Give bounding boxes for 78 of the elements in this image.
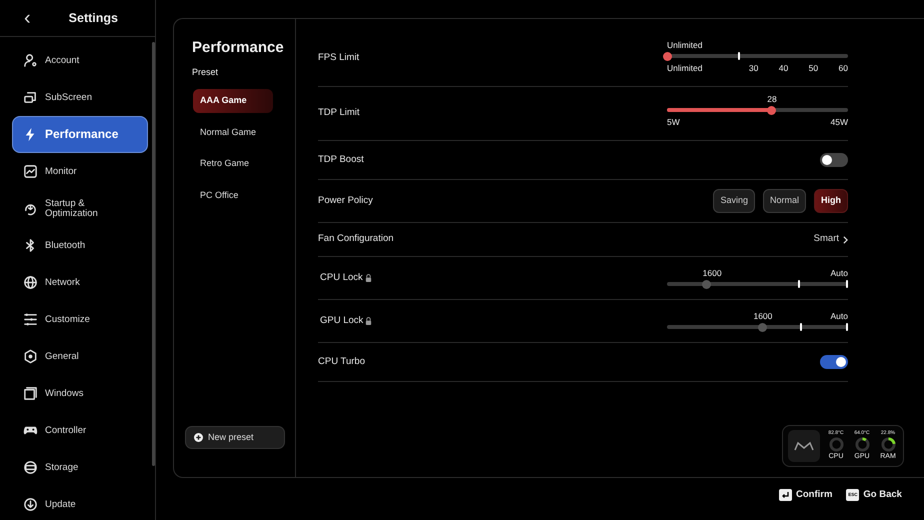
sidebar-item[interactable]: Windows <box>12 375 148 412</box>
fan-mode-link[interactable]: Smart <box>814 232 848 247</box>
sidebar-item[interactable]: Startup & Optimization <box>12 190 148 227</box>
scale-label: 60 <box>838 62 848 75</box>
usage-ring <box>854 437 870 452</box>
option-button[interactable]: Saving <box>713 189 755 213</box>
scale-label: 5W <box>667 116 680 129</box>
option-button[interactable]: Normal <box>762 189 806 213</box>
setting-label: CPU Turbo <box>318 354 365 369</box>
lock-icon <box>364 274 372 282</box>
new-preset-button[interactable]: New preset <box>185 426 285 449</box>
setting-label: Power Policy <box>318 194 373 208</box>
scale-label: 50 <box>808 62 818 75</box>
preset-item[interactable]: AAA Game <box>193 89 273 112</box>
slider-thumb[interactable] <box>758 322 768 332</box>
slider-value: 28 <box>767 93 777 106</box>
setting-label: TDP Limit <box>318 106 360 120</box>
back-button[interactable]: ‹ <box>20 8 35 28</box>
tick-mark <box>738 52 740 60</box>
setting-label: Fan Configuration <box>318 232 394 246</box>
setting-label: FPS Limit <box>318 51 360 66</box>
tick-mark <box>846 323 848 331</box>
sidebar-item[interactable]: Controller <box>12 412 148 449</box>
section-label: Preset <box>192 66 220 78</box>
tick-mark <box>800 323 802 331</box>
preset-item[interactable]: Retro Game <box>193 152 273 176</box>
confirm-button[interactable]: Confirm <box>779 488 832 502</box>
person-icon <box>23 53 38 68</box>
drive-icon <box>23 460 38 475</box>
sidebar-item[interactable]: Performance <box>12 116 148 153</box>
slider-value: 1600 <box>702 267 722 280</box>
scale-label: 45W <box>830 116 848 129</box>
sidebar-item[interactable]: Network <box>12 264 148 301</box>
sidebar-item[interactable]: Monitor <box>12 153 148 190</box>
screen-icon <box>23 90 38 105</box>
lock-icon <box>365 317 372 325</box>
slider-thumb[interactable] <box>767 106 776 115</box>
scrollbar[interactable] <box>152 42 155 466</box>
slider-end-label: Auto <box>830 267 848 280</box>
plus-icon <box>194 433 203 442</box>
sidebar-item[interactable]: Storage <box>12 449 148 486</box>
windows-icon <box>23 386 38 401</box>
chart-icon <box>23 164 38 179</box>
logo-icon <box>794 441 814 451</box>
settings-icon <box>23 349 38 364</box>
scale-label: 30 <box>748 62 758 75</box>
slider-thumb[interactable] <box>702 280 712 288</box>
setting-label: GPU Lock <box>320 314 364 328</box>
tick-mark <box>846 280 848 288</box>
usage-ring <box>828 437 844 452</box>
enter-key-icon <box>779 489 792 502</box>
slider-value: 1600 <box>753 310 772 323</box>
chevron-icon <box>843 236 848 244</box>
scale-label: 40 <box>778 62 788 75</box>
preset-item[interactable]: PC Office <box>193 184 273 207</box>
sidebar-item[interactable]: SubScreen <box>12 79 148 116</box>
option-button[interactable]: High <box>814 189 848 213</box>
scale-label: Unlimited <box>667 62 702 75</box>
slider-thumb[interactable] <box>662 52 672 61</box>
setting-label: CPU Lock <box>320 270 363 285</box>
sidebar-item[interactable]: Account <box>12 42 148 79</box>
toggle-switch[interactable] <box>820 355 848 369</box>
globe-icon <box>23 275 38 290</box>
usage-ring <box>880 437 896 452</box>
sliders-icon <box>23 312 38 327</box>
sidebar-item[interactable]: Customize <box>12 301 148 338</box>
sidebar-item[interactable]: Bluetooth <box>12 227 148 264</box>
page-title: Performance <box>192 38 284 58</box>
sidebar-title: Settings <box>68 10 118 27</box>
toggle-switch[interactable] <box>820 153 848 167</box>
setting-label: TDP Boost <box>318 152 364 167</box>
preset-item[interactable]: Normal Game <box>193 120 273 144</box>
sidebar-item[interactable]: General <box>12 338 148 375</box>
download-icon <box>23 497 38 512</box>
tick-mark <box>798 280 800 288</box>
sidebar-item[interactable]: Update <box>12 486 148 520</box>
slider-end-label: Auto <box>830 310 848 323</box>
slider-value: Unlimited <box>667 39 702 52</box>
